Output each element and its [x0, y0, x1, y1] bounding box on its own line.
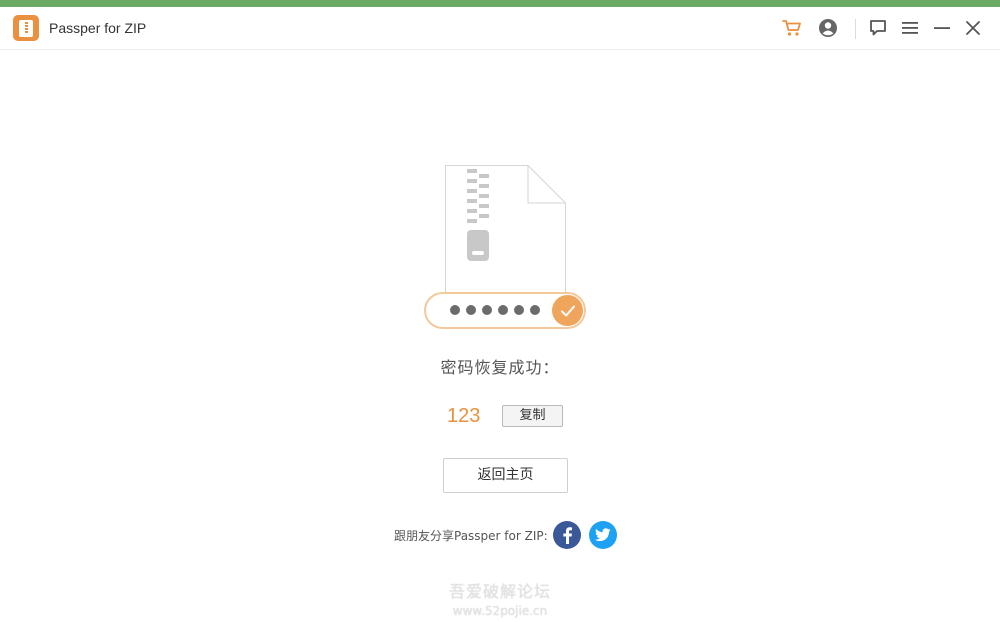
title-bar: Passper for ZIP: [0, 7, 1000, 50]
zip-logo-icon: [13, 15, 39, 41]
share-label: 跟朋友分享Passper for ZIP:: [394, 529, 548, 543]
masked-password-dots: [450, 305, 540, 315]
twitter-icon[interactable]: [589, 521, 617, 549]
recovered-password: 123: [447, 405, 481, 427]
feedback-icon[interactable]: [866, 16, 890, 40]
facebook-icon[interactable]: [553, 521, 581, 549]
checkmark-icon: [552, 295, 583, 326]
close-icon[interactable]: [961, 16, 985, 40]
minimize-icon[interactable]: [930, 16, 954, 40]
watermark: 吾爱破解论坛 www.52pojie.cn: [0, 578, 1000, 618]
back-to-home-button[interactable]: 返回主页: [443, 458, 568, 493]
recovery-success-message: 密码恢复成功：: [440, 358, 560, 377]
password-mask-field: [424, 292, 586, 329]
window-top-accent: [0, 0, 1000, 7]
watermark-line-1: 吾爱破解论坛: [448, 582, 551, 601]
titlebar-divider: [855, 19, 856, 39]
watermark-line-2: www.52pojie.cn: [452, 604, 548, 618]
app-title: Passper for ZIP: [49, 20, 147, 36]
zip-file-icon: [445, 165, 566, 300]
cart-icon[interactable]: [780, 16, 804, 40]
menu-icon[interactable]: [898, 16, 922, 40]
account-icon[interactable]: [816, 16, 840, 40]
copy-button[interactable]: 复制: [502, 405, 563, 427]
